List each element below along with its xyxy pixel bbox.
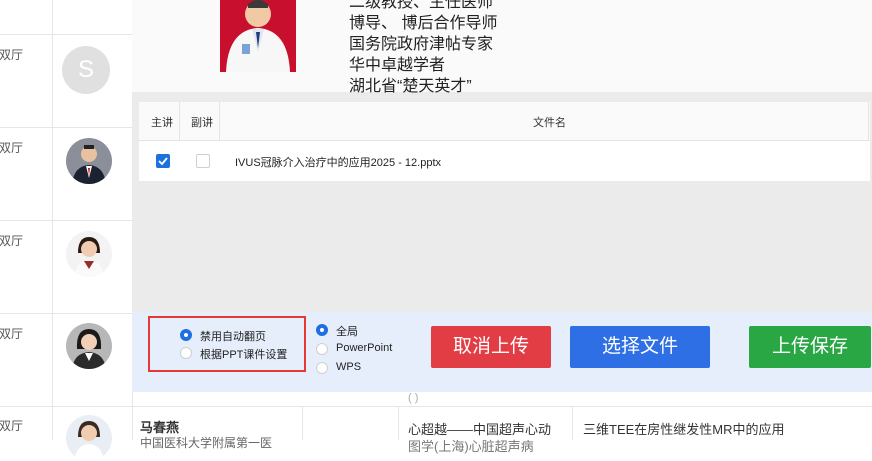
column-divider	[398, 406, 399, 440]
avatar	[66, 231, 112, 277]
venue-cell: 双厅	[0, 327, 24, 341]
choose-file-button[interactable]: 选择文件	[570, 326, 710, 368]
upload-footer: 禁用自动翻页 根据PPT课件设置 全局 PowerPoint WPS 取消上传 …	[132, 312, 872, 392]
radio-label: 全局	[336, 326, 358, 338]
avatar	[66, 415, 112, 461]
header-sub-speaker: 副讲	[191, 117, 213, 129]
column-divider	[302, 406, 303, 440]
file-name: IVUS冠脉介入治疗中的应用2025 - 12.pptx	[235, 157, 442, 169]
speaker-hospital: 中国医科大学附属第一医	[140, 436, 273, 450]
file-table-header: 主讲 副讲 文件名	[139, 102, 870, 141]
speaker-bio: 二级教授、主任医师 博导、 博后合作导师 国务院政府津帖专家 华中卓越学者 湖北…	[349, 0, 497, 97]
header-divider	[179, 102, 180, 140]
avatar: S	[62, 46, 110, 94]
upload-modal: 二级教授、主任医师 博导、 博后合作导师 国务院政府津帖专家 华中卓越学者 湖北…	[132, 0, 872, 392]
header-divider	[868, 102, 869, 140]
header-filename: 文件名	[533, 117, 566, 129]
header-divider	[219, 102, 220, 140]
talk-title: 三维TEE在房性继发性MR中的应用	[583, 422, 785, 437]
radio-selected-icon	[316, 324, 328, 336]
radio-label: PowerPoint	[336, 342, 393, 354]
bio-line: 湖北省“楚天英才”	[349, 78, 472, 95]
venue-cell: 双厅	[0, 234, 24, 248]
meeting-name-line2: 图学(上海)心脏超声病	[408, 439, 534, 454]
bio-line: 华中卓越学者	[349, 57, 446, 74]
venue-cell: 双厅	[0, 48, 24, 62]
avatar	[66, 138, 112, 184]
radio-label: 禁用自动翻页	[200, 331, 266, 343]
cancel-upload-button[interactable]: 取消上传	[431, 326, 551, 368]
page-turn-options: 禁用自动翻页 根据PPT课件设置	[148, 316, 306, 372]
upload-save-button[interactable]: 上传保存	[749, 326, 871, 368]
header-main-speaker: 主讲	[151, 117, 173, 129]
check-icon	[158, 157, 168, 166]
main-speaker-checkbox[interactable]	[156, 154, 170, 168]
column-divider	[572, 406, 573, 440]
avatar	[66, 323, 112, 369]
radio-label: WPS	[336, 361, 362, 373]
radio-unselected-icon	[316, 362, 328, 374]
file-table: 主讲 副讲 文件名 IVUS冠脉介入治疗中的应用2025 - 12.pptx	[139, 102, 870, 181]
sub-speaker-checkbox[interactable]	[196, 154, 210, 168]
radio-unselected-icon	[316, 343, 328, 355]
speaker-info-header: 二级教授、主任医师 博导、 博后合作导师 国务院政府津帖专家 华中卓越学者 湖北…	[132, 0, 872, 95]
file-row[interactable]: IVUS冠脉介入治疗中的应用2025 - 12.pptx	[139, 141, 870, 181]
radio-label: 根据PPT课件设置	[200, 349, 288, 361]
venue-cell: 双厅	[0, 419, 24, 433]
bio-line: 博导、 博后合作导师	[349, 15, 498, 32]
radio-unselected-icon	[180, 347, 192, 359]
radio-selected-icon	[180, 329, 192, 341]
venue-cell: 双厅	[0, 141, 24, 155]
faded-text: ( )	[408, 392, 419, 404]
bio-line: 国务院政府津帖专家	[349, 36, 494, 53]
speaker-photo	[220, 0, 296, 72]
bio-line: 二级教授、主任医师	[349, 0, 494, 11]
row-divider	[0, 406, 872, 407]
